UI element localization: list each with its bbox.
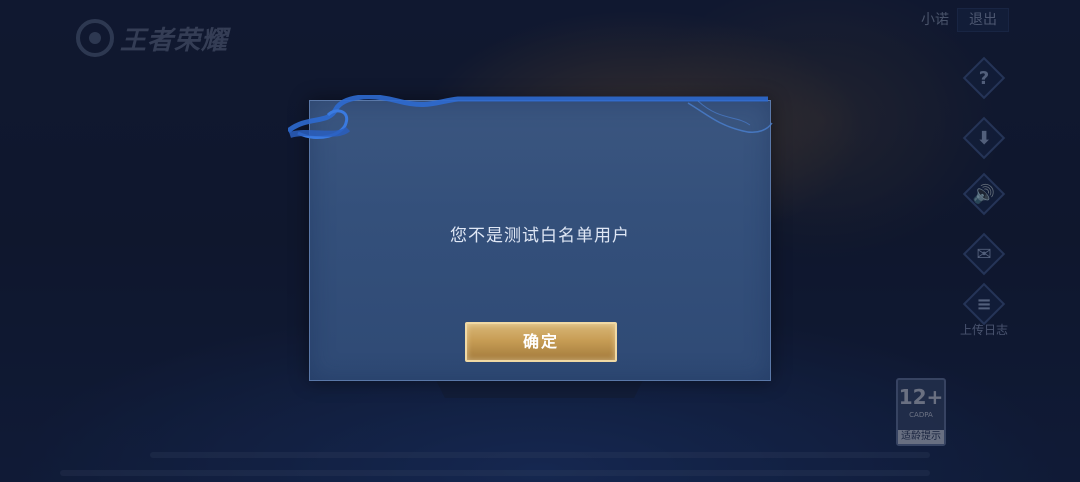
alert-dialog: 您不是测试白名单用户 确定 [288,95,773,381]
confirm-button[interactable]: 确定 [465,322,617,362]
dialog-message: 您不是测试白名单用户 [450,226,630,246]
dialog-swirl-decoration [288,95,773,139]
